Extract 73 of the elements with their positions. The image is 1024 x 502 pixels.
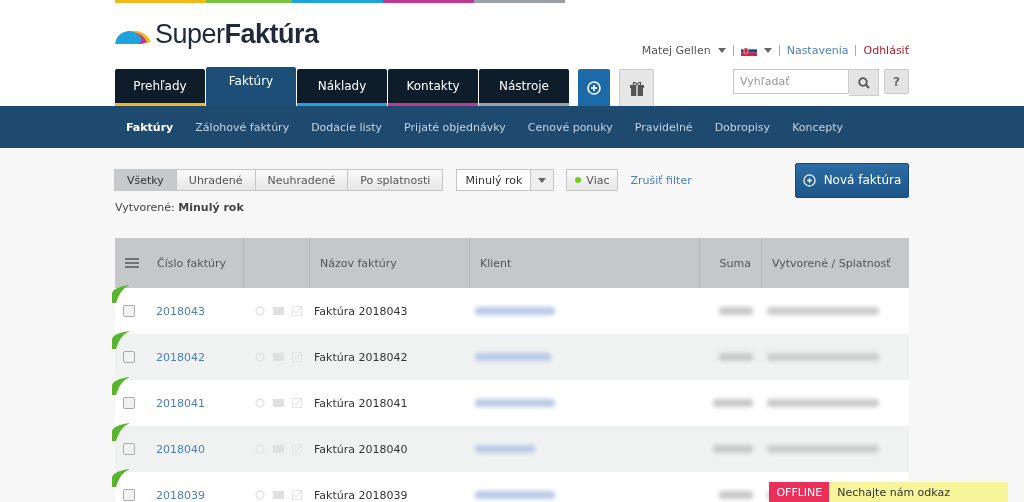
redacted-amount bbox=[719, 490, 753, 499]
caret-icon bbox=[538, 177, 547, 183]
nav-tab[interactable]: Nástroje bbox=[479, 69, 569, 106]
menu-icon[interactable] bbox=[125, 258, 139, 268]
check-icon[interactable] bbox=[292, 306, 302, 316]
status-filter-button[interactable]: Uhradené bbox=[175, 169, 256, 191]
invoice-number-link[interactable]: 2018043 bbox=[156, 304, 205, 318]
row-checkbox[interactable] bbox=[123, 305, 135, 317]
gift-icon bbox=[628, 80, 645, 96]
subnav-item[interactable]: Pravidelné bbox=[623, 120, 704, 134]
search-icon bbox=[857, 76, 870, 89]
redacted-client bbox=[475, 444, 535, 453]
row-checkbox[interactable] bbox=[123, 443, 135, 455]
search-button[interactable] bbox=[849, 69, 879, 96]
invoice-number-link[interactable]: 2018039 bbox=[156, 488, 205, 502]
invoice-name: Faktúra 2018042 bbox=[314, 350, 408, 364]
nav-tab[interactable]: Kontakty bbox=[388, 69, 478, 106]
invoice-name: Faktúra 2018039 bbox=[314, 488, 408, 502]
invoice-name: Faktúra 2018041 bbox=[314, 396, 408, 410]
help-button[interactable]: ? bbox=[884, 69, 909, 94]
settings-link[interactable]: Nastavenia bbox=[786, 44, 849, 57]
row-checkbox[interactable] bbox=[123, 489, 135, 501]
column-header[interactable]: Názov faktúry bbox=[320, 256, 397, 270]
nav-tab[interactable]: Prehľady bbox=[115, 69, 205, 106]
subnav-item[interactable]: Dobropisy bbox=[703, 120, 782, 134]
status-filter-button[interactable]: Neuhradené bbox=[254, 169, 349, 191]
invoice-number-link[interactable]: 2018042 bbox=[156, 350, 205, 364]
filter-summary: Vytvorené: Minulý rok bbox=[115, 201, 245, 214]
plus-circle-icon bbox=[802, 173, 816, 187]
redacted-amount bbox=[713, 444, 753, 453]
add-button[interactable] bbox=[578, 69, 610, 106]
redacted-amount bbox=[719, 352, 753, 361]
invoice-number-link[interactable]: 2018040 bbox=[156, 442, 205, 456]
chat-widget[interactable]: OFFLINE Nechajte nám odkaz bbox=[769, 482, 1008, 502]
search-field[interactable]: Vyhľadať bbox=[733, 69, 849, 94]
period-dropdown-button[interactable] bbox=[531, 169, 555, 191]
new-invoice-button[interactable]: Nová faktúra bbox=[795, 162, 909, 198]
flag-icon[interactable] bbox=[740, 45, 757, 56]
invoice-number-link[interactable]: 2018041 bbox=[156, 396, 205, 410]
subnav-item[interactable]: Zálohové faktúry bbox=[184, 120, 301, 134]
caret-icon bbox=[763, 48, 772, 53]
check-icon[interactable] bbox=[292, 398, 302, 408]
logout-link[interactable]: Odhlásiť bbox=[863, 44, 909, 57]
gift-button[interactable] bbox=[619, 69, 654, 106]
nav-tab[interactable]: Faktúry bbox=[206, 67, 296, 106]
status-filter-button[interactable]: Po splatnosti bbox=[347, 169, 444, 191]
logo-text: SuperFaktúra bbox=[155, 19, 319, 50]
redacted-amount bbox=[719, 306, 753, 315]
redacted-amount bbox=[713, 398, 753, 407]
user-name[interactable]: Matej Gellen bbox=[641, 44, 711, 57]
status-filter-button[interactable]: Všetky bbox=[114, 169, 177, 191]
subnav-item[interactable]: Dodacie listy bbox=[300, 120, 394, 134]
invoice-name: Faktúra 2018040 bbox=[314, 442, 408, 456]
column-header[interactable]: Číslo faktúry bbox=[157, 256, 227, 270]
row-checkbox[interactable] bbox=[123, 351, 135, 363]
subnav-item[interactable]: Koncepty bbox=[781, 120, 855, 134]
nav-tab[interactable]: Náklady bbox=[297, 69, 387, 106]
invoice-name: Faktúra 2018043 bbox=[314, 304, 408, 318]
period-select[interactable]: Minulý rok bbox=[456, 169, 532, 191]
offline-badge: OFFLINE bbox=[769, 482, 830, 502]
row-checkbox[interactable] bbox=[123, 397, 135, 409]
subnav-item[interactable]: Faktúry bbox=[115, 120, 185, 134]
column-header[interactable]: Klient bbox=[480, 256, 512, 270]
column-header[interactable]: Vytvorené / Splatnosť bbox=[772, 256, 891, 270]
subnav-item[interactable]: Cenové ponuky bbox=[516, 120, 624, 134]
chat-message: Nechajte nám odkaz bbox=[829, 482, 1008, 502]
clear-filter-link[interactable]: Zrušiť filter bbox=[630, 173, 692, 187]
more-filter-button[interactable]: Viac bbox=[566, 169, 619, 191]
subnav-item[interactable]: Prijaté objednávky bbox=[393, 120, 517, 134]
caret-icon bbox=[717, 48, 726, 53]
check-icon[interactable] bbox=[292, 490, 302, 500]
column-header[interactable]: Suma bbox=[719, 256, 751, 270]
plus-circle-icon bbox=[587, 80, 601, 95]
